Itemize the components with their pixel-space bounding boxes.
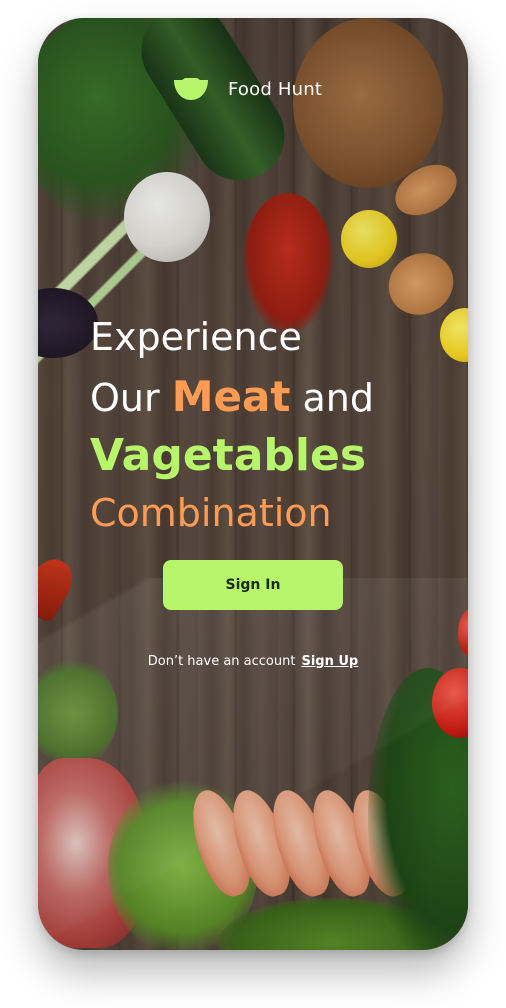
hero-line-2-suffix: and [302,376,375,420]
screen: Food Hunt Experience Our Meat and Vageta… [0,0,506,1008]
hero-headline: Experience Our Meat and Vagetables Combi… [90,318,450,548]
content-layer: Food Hunt Experience Our Meat and Vageta… [38,18,468,950]
sign-in-button[interactable]: Sign In [163,560,343,610]
brand-name: Food Hunt [228,78,323,100]
no-account-text: Don’t have an account [147,654,296,669]
hero-line-1: Experience [90,315,302,359]
hero-line-2-prefix: Our [90,376,160,420]
hero-line-3: Vagetables [90,430,367,481]
brand-header: Food Hunt [174,78,322,100]
hero-line-4: Combination [90,491,332,535]
hero-highlight-meat: Meat [171,372,291,421]
phone-frame: Food Hunt Experience Our Meat and Vageta… [38,18,468,950]
sign-up-link[interactable]: Sign Up [301,654,358,669]
hero-line-2: Our Meat and [90,376,450,434]
bowl-icon [174,78,208,100]
sign-up-prompt: Don’t have an account Sign Up [38,654,468,669]
